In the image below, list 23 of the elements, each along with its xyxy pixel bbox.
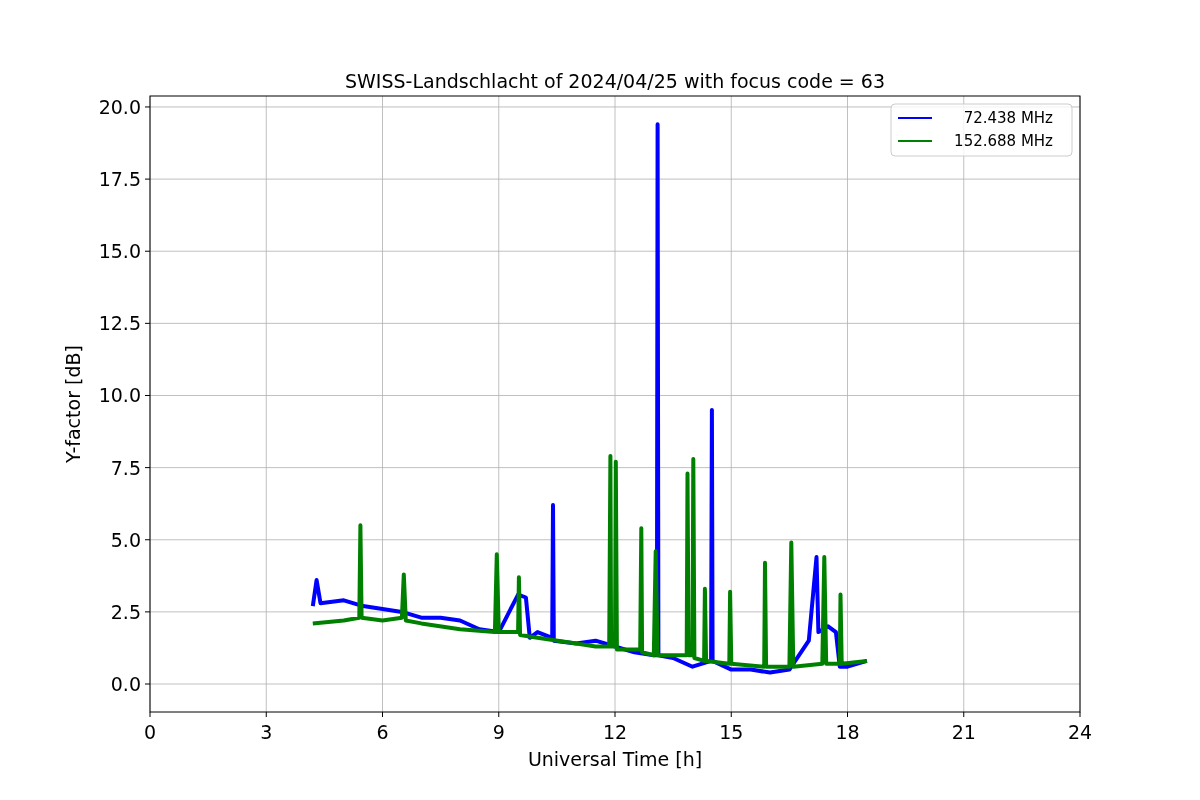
y-tick-label: 10.0 [98,384,141,407]
x-tick-label: 3 [260,721,273,743]
y-tick-label: 12.5 [98,312,141,335]
x-axis-label: Universal Time [h] [527,748,703,770]
x-tick-label: 6 [376,721,389,743]
x-tick-label: 0 [143,721,157,743]
x-tick-label: 18 [835,721,860,743]
x-tick-label: 12 [602,721,628,743]
y-tick-label: 0.0 [110,673,141,695]
y-tick-label: 5.0 [110,528,141,551]
x-tick-label: 24 [1067,721,1093,743]
x-tick-label: 21 [951,721,976,743]
y-tick-label: 17.5 [98,168,141,191]
x-tick-label: 9 [492,721,505,743]
y-axis-label: Y-factor [dB] [62,345,84,463]
legend-label: 72.438 MHz [963,109,1053,127]
y-tick-label: 2.5 [110,600,141,623]
chart-title: SWISS-Landschlacht of 2024/04/25 with focus code = 63 [345,70,885,92]
y-tick-label: 7.5 [110,456,141,479]
y-tick-label: 15.0 [98,240,141,263]
x-tick-label: 15 [719,721,744,743]
legend-label: 152.688 MHz [954,132,1053,150]
y-tick-label: 20.0 [98,95,141,118]
